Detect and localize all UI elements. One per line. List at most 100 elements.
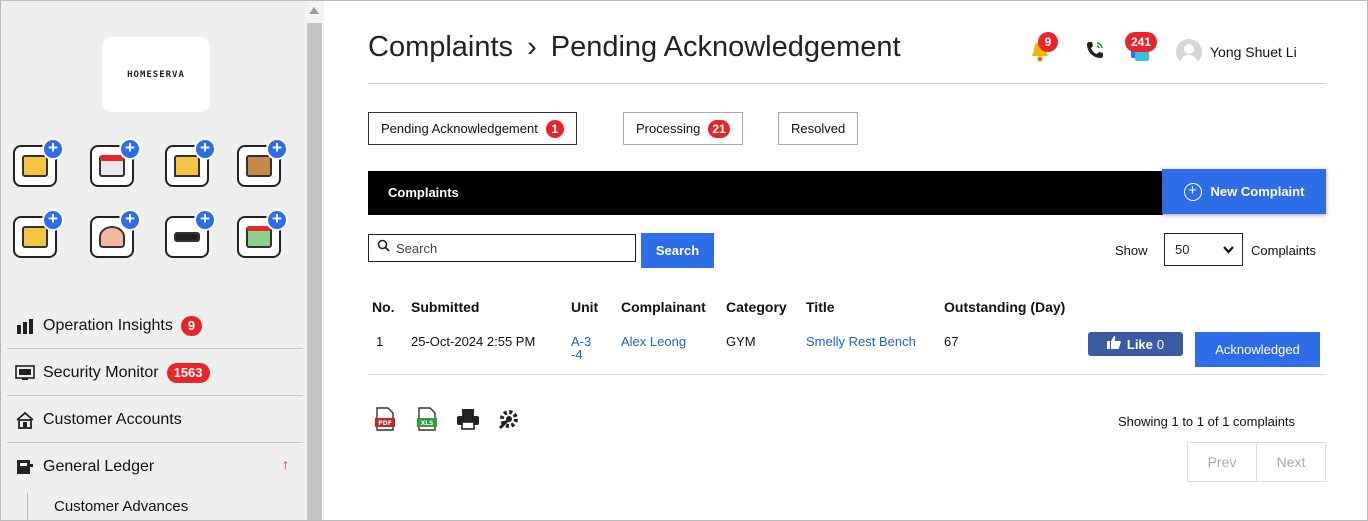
quick-facility-button[interactable]: +	[237, 138, 288, 187]
like-count: 0	[1156, 336, 1165, 352]
next-page-button[interactable]: Next	[1256, 442, 1326, 482]
login-window-icon	[246, 226, 272, 248]
license-plate-icon	[174, 232, 200, 242]
breadcrumb-root[interactable]: Complaints	[368, 31, 513, 63]
quick-booking-button[interactable]: +	[90, 138, 141, 187]
show-suffix: Complaints	[1251, 243, 1317, 258]
column-header-unit: Unit	[571, 299, 599, 315]
plus-icon: +	[42, 138, 64, 160]
bar-chart-icon	[15, 317, 35, 335]
sidebar-item-security-monitor[interactable]: Security Monitor 1563	[7, 350, 303, 396]
phone-icon[interactable]	[1084, 39, 1106, 66]
sidebar-subitem-label: Customer Advances	[54, 498, 189, 515]
pdf-export-icon[interactable]: PDF	[374, 407, 396, 431]
plus-circle-icon: +	[1183, 182, 1202, 201]
ledger-icon	[15, 458, 35, 476]
arrow-up-icon: ↑	[282, 456, 289, 472]
quick-vehicle-button[interactable]: +	[165, 209, 216, 258]
cctv-monitor-icon	[15, 364, 35, 382]
xls-export-icon[interactable]: XLS	[416, 407, 438, 431]
operation-insights-badge: 9	[180, 315, 203, 336]
page-size-value: 50	[1175, 242, 1190, 257]
quick-visitor-pass-button[interactable]: +	[13, 138, 64, 187]
row-category: GYM	[726, 334, 756, 349]
avatar[interactable]	[1176, 39, 1202, 65]
chevron-down-icon	[1223, 242, 1234, 257]
breadcrumb-separator: ›	[527, 31, 537, 63]
page-size-select[interactable]: 50	[1164, 233, 1243, 266]
search-input[interactable]	[396, 240, 626, 256]
new-complaint-button[interactable]: + New Complaint	[1162, 169, 1326, 214]
messages-badge: 241	[1125, 32, 1158, 52]
scroll-thumb[interactable]	[307, 23, 322, 520]
plus-icon: +	[119, 209, 141, 231]
column-header-complainant: Complainant	[621, 299, 706, 315]
tab-label: Processing	[636, 121, 701, 136]
scroll-up-icon[interactable]	[309, 7, 319, 14]
new-complaint-label: New Complaint	[1210, 184, 1305, 199]
column-header-submitted: Submitted	[411, 299, 480, 315]
prev-page-button[interactable]: Prev	[1187, 442, 1257, 482]
page-title: Complaints › Pending Acknowledgement	[368, 31, 901, 64]
sidebar-item-label: Operation Insights	[43, 316, 173, 334]
quick-login-button[interactable]: +	[237, 209, 288, 258]
like-button[interactable]: Like 0	[1088, 332, 1183, 356]
search-button[interactable]: Search	[641, 233, 714, 268]
user-name[interactable]: Yong Shuet Li	[1210, 44, 1297, 60]
quick-payment-button[interactable]: +	[165, 138, 216, 187]
sidebar-scrollbar[interactable]	[305, 1, 324, 520]
resident-icon	[99, 226, 125, 248]
plus-icon: +	[194, 209, 216, 231]
section-title: Complaints	[388, 185, 459, 200]
section-header: Complaints	[368, 171, 1163, 215]
security-monitor-badge: 1563	[166, 362, 210, 383]
sidebar-item-label: Customer Accounts	[43, 410, 182, 428]
tab-processing[interactable]: Processing 21	[623, 112, 743, 145]
plus-icon: +	[119, 138, 141, 160]
notifications-badge: 9	[1038, 32, 1058, 52]
column-header-outstanding: Outstanding (Day)	[944, 299, 1066, 315]
title-divider	[368, 83, 1326, 84]
row-outstanding: 67	[944, 334, 959, 349]
sidebar-subitem-customer-advances[interactable]: Customer Advances	[27, 493, 303, 520]
tab-badge: 1	[545, 119, 564, 138]
column-header-category: Category	[726, 299, 787, 315]
tab-resolved[interactable]: Resolved	[778, 112, 859, 145]
main-content: Complaints › Pending Acknowledgement 9 241…	[325, 1, 1367, 520]
house-tools-icon	[246, 155, 272, 177]
row-unit-link[interactable]: A-3-4	[571, 335, 595, 361]
svg-text:XLS: XLS	[421, 420, 434, 427]
quick-access-card-button[interactable]: +	[13, 209, 64, 258]
pagination-summary: Showing 1 to 1 of 1 complaints	[1118, 414, 1296, 429]
acknowledged-button[interactable]: Acknowledged	[1195, 332, 1320, 367]
breadcrumb-current: Pending Acknowledgement	[550, 31, 901, 63]
row-title-link[interactable]: Smelly Rest Bench	[806, 335, 916, 348]
row-no: 1	[376, 334, 384, 349]
column-header-no: No.	[372, 299, 395, 315]
row-divider	[368, 374, 1326, 375]
tab-pending-acknowledgement[interactable]: Pending Acknowledgement 1	[368, 112, 577, 145]
row-complainant-link[interactable]: Alex Leong	[621, 335, 686, 348]
tab-label: Resolved	[791, 121, 846, 136]
key-card-icon	[22, 226, 48, 248]
calendar-icon	[99, 155, 125, 177]
id-card-icon	[22, 155, 48, 177]
plus-icon: +	[266, 138, 288, 160]
search-field[interactable]	[368, 234, 636, 262]
logo: HOMESERVA	[102, 37, 210, 112]
like-label: Like	[1126, 336, 1153, 352]
svg-text:PDF: PDF	[378, 420, 391, 427]
logo-text: HOMESERVA	[127, 69, 185, 80]
sidebar-item-label: General Ledger	[43, 458, 155, 475]
sidebar-item-customer-accounts[interactable]: Customer Accounts	[7, 397, 303, 443]
house-icon	[15, 411, 35, 429]
quick-resident-button[interactable]: +	[90, 209, 141, 258]
column-header-title: Title	[806, 299, 835, 315]
sidebar-item-general-ledger[interactable]: General Ledger ↑	[7, 444, 303, 490]
print-icon[interactable]	[456, 407, 479, 431]
plus-icon: +	[194, 138, 216, 160]
sidebar-item-operation-insights[interactable]: Operation Insights 9	[7, 303, 303, 349]
settings-tools-icon[interactable]	[497, 407, 519, 431]
row-submitted: 25-Oct-2024 2:55 PM	[411, 334, 536, 349]
tab-badge: 21	[708, 119, 730, 138]
